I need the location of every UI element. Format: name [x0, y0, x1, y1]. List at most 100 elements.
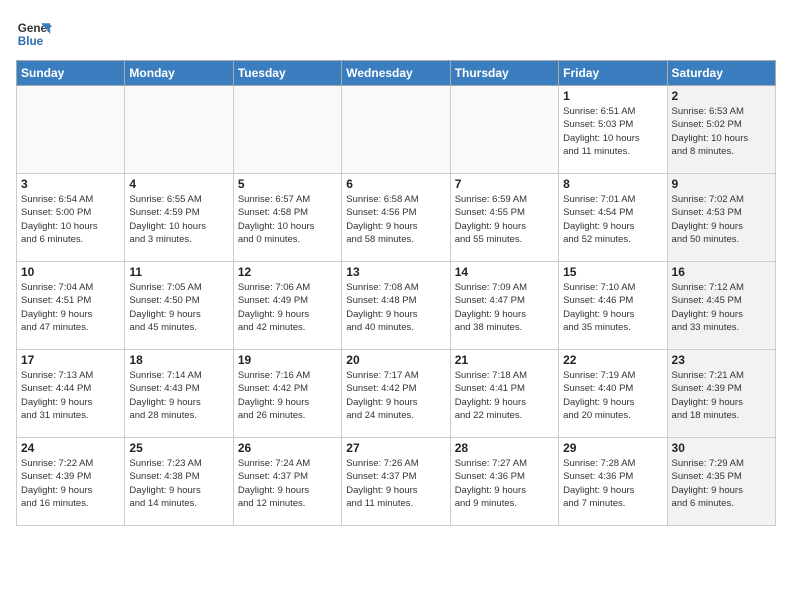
calendar-cell: 9 Sunrise: 7:02 AM Sunset: 4:53 PM Daylig… — [667, 174, 775, 262]
day-number: 10 — [21, 265, 120, 279]
calendar-cell: 28 Sunrise: 7:27 AM Sunset: 4:36 PM Dayli… — [450, 438, 558, 526]
day-number: 27 — [346, 441, 445, 455]
calendar-week-row: 10 Sunrise: 7:04 AM Sunset: 4:51 PM Dayli… — [17, 262, 776, 350]
day-info: Sunrise: 7:06 AM Sunset: 4:49 PM Dayligh… — [238, 281, 337, 334]
day-number: 28 — [455, 441, 554, 455]
day-number: 30 — [672, 441, 771, 455]
calendar-cell — [342, 86, 450, 174]
day-number: 9 — [672, 177, 771, 191]
day-number: 5 — [238, 177, 337, 191]
calendar-week-row: 1 Sunrise: 6:51 AM Sunset: 5:03 PM Daylig… — [17, 86, 776, 174]
calendar-week-row: 24 Sunrise: 7:22 AM Sunset: 4:39 PM Dayli… — [17, 438, 776, 526]
calendar-header-row: SundayMondayTuesdayWednesdayThursdayFrid… — [17, 61, 776, 86]
day-info: Sunrise: 6:58 AM Sunset: 4:56 PM Dayligh… — [346, 193, 445, 246]
day-number: 25 — [129, 441, 228, 455]
day-number: 23 — [672, 353, 771, 367]
calendar-table: SundayMondayTuesdayWednesdayThursdayFrid… — [16, 60, 776, 526]
calendar-cell: 19 Sunrise: 7:16 AM Sunset: 4:42 PM Dayli… — [233, 350, 341, 438]
day-number: 6 — [346, 177, 445, 191]
logo: General Blue — [16, 16, 52, 52]
day-info: Sunrise: 7:21 AM Sunset: 4:39 PM Dayligh… — [672, 369, 771, 422]
calendar-cell: 26Sunrise: 7:24 AM Sunset: 4:37 PM Dayli… — [233, 438, 341, 526]
day-info: Sunrise: 7:14 AM Sunset: 4:43 PM Dayligh… — [129, 369, 228, 422]
day-info: Sunrise: 7:01 AM Sunset: 4:54 PM Dayligh… — [563, 193, 662, 246]
day-number: 16 — [672, 265, 771, 279]
calendar-cell: 29 Sunrise: 7:28 AM Sunset: 4:36 PM Dayli… — [559, 438, 667, 526]
day-info: Sunrise: 7:16 AM Sunset: 4:42 PM Dayligh… — [238, 369, 337, 422]
calendar-cell: 15 Sunrise: 7:10 AM Sunset: 4:46 PM Dayli… — [559, 262, 667, 350]
calendar-week-row: 17 Sunrise: 7:13 AM Sunset: 4:44 PM Dayli… — [17, 350, 776, 438]
day-number: 18 — [129, 353, 228, 367]
day-info: Sunrise: 7:02 AM Sunset: 4:53 PM Dayligh… — [672, 193, 771, 246]
day-info: Sunrise: 7:26 AM Sunset: 4:37 PM Dayligh… — [346, 457, 445, 510]
day-number: 7 — [455, 177, 554, 191]
page-header: General Blue — [16, 16, 776, 52]
day-number: 13 — [346, 265, 445, 279]
calendar-cell: 13Sunrise: 7:08 AM Sunset: 4:48 PM Dayli… — [342, 262, 450, 350]
weekday-header-tuesday: Tuesday — [233, 61, 341, 86]
day-number: 14 — [455, 265, 554, 279]
weekday-header-sunday: Sunday — [17, 61, 125, 86]
day-info: Sunrise: 6:51 AM Sunset: 5:03 PM Dayligh… — [563, 105, 662, 158]
day-number: 20 — [346, 353, 445, 367]
day-number: 11 — [129, 265, 228, 279]
day-info: Sunrise: 7:10 AM Sunset: 4:46 PM Dayligh… — [563, 281, 662, 334]
day-number: 3 — [21, 177, 120, 191]
day-info: Sunrise: 7:18 AM Sunset: 4:41 PM Dayligh… — [455, 369, 554, 422]
day-info: Sunrise: 6:57 AM Sunset: 4:58 PM Dayligh… — [238, 193, 337, 246]
day-number: 2 — [672, 89, 771, 103]
day-number: 24 — [21, 441, 120, 455]
day-info: Sunrise: 7:04 AM Sunset: 4:51 PM Dayligh… — [21, 281, 120, 334]
day-info: Sunrise: 7:23 AM Sunset: 4:38 PM Dayligh… — [129, 457, 228, 510]
day-number: 15 — [563, 265, 662, 279]
day-number: 1 — [563, 89, 662, 103]
calendar-cell: 27 Sunrise: 7:26 AM Sunset: 4:37 PM Dayli… — [342, 438, 450, 526]
calendar-cell: 7 Sunrise: 6:59 AM Sunset: 4:55 PM Daylig… — [450, 174, 558, 262]
day-info: Sunrise: 7:22 AM Sunset: 4:39 PM Dayligh… — [21, 457, 120, 510]
svg-text:Blue: Blue — [18, 35, 44, 48]
calendar-cell — [125, 86, 233, 174]
day-info: Sunrise: 7:13 AM Sunset: 4:44 PM Dayligh… — [21, 369, 120, 422]
calendar-body: 1 Sunrise: 6:51 AM Sunset: 5:03 PM Daylig… — [17, 86, 776, 526]
calendar-cell: 22Sunrise: 7:19 AM Sunset: 4:40 PM Dayli… — [559, 350, 667, 438]
calendar-cell: 16Sunrise: 7:12 AM Sunset: 4:45 PM Dayli… — [667, 262, 775, 350]
day-number: 21 — [455, 353, 554, 367]
day-number: 12 — [238, 265, 337, 279]
calendar-cell: 12 Sunrise: 7:06 AM Sunset: 4:49 PM Dayli… — [233, 262, 341, 350]
day-number: 8 — [563, 177, 662, 191]
calendar-cell: 8 Sunrise: 7:01 AM Sunset: 4:54 PM Daylig… — [559, 174, 667, 262]
calendar-cell: 2Sunrise: 6:53 AM Sunset: 5:02 PM Daylig… — [667, 86, 775, 174]
calendar-cell: 21 Sunrise: 7:18 AM Sunset: 4:41 PM Dayli… — [450, 350, 558, 438]
calendar-cell: 18 Sunrise: 7:14 AM Sunset: 4:43 PM Dayli… — [125, 350, 233, 438]
weekday-header-monday: Monday — [125, 61, 233, 86]
calendar-cell: 4 Sunrise: 6:55 AM Sunset: 4:59 PM Daylig… — [125, 174, 233, 262]
calendar-cell: 23 Sunrise: 7:21 AM Sunset: 4:39 PM Dayli… — [667, 350, 775, 438]
day-info: Sunrise: 6:55 AM Sunset: 4:59 PM Dayligh… — [129, 193, 228, 246]
day-number: 17 — [21, 353, 120, 367]
day-number: 29 — [563, 441, 662, 455]
calendar-cell — [17, 86, 125, 174]
day-info: Sunrise: 7:29 AM Sunset: 4:35 PM Dayligh… — [672, 457, 771, 510]
day-info: Sunrise: 7:28 AM Sunset: 4:36 PM Dayligh… — [563, 457, 662, 510]
day-number: 26 — [238, 441, 337, 455]
calendar-cell: 25 Sunrise: 7:23 AM Sunset: 4:38 PM Dayli… — [125, 438, 233, 526]
calendar-cell: 30 Sunrise: 7:29 AM Sunset: 4:35 PM Dayli… — [667, 438, 775, 526]
day-info: Sunrise: 6:59 AM Sunset: 4:55 PM Dayligh… — [455, 193, 554, 246]
day-info: Sunrise: 7:09 AM Sunset: 4:47 PM Dayligh… — [455, 281, 554, 334]
calendar-cell: 20Sunrise: 7:17 AM Sunset: 4:42 PM Dayli… — [342, 350, 450, 438]
day-info: Sunrise: 7:19 AM Sunset: 4:40 PM Dayligh… — [563, 369, 662, 422]
day-info: Sunrise: 7:27 AM Sunset: 4:36 PM Dayligh… — [455, 457, 554, 510]
day-number: 4 — [129, 177, 228, 191]
calendar-cell: 5 Sunrise: 6:57 AM Sunset: 4:58 PM Daylig… — [233, 174, 341, 262]
calendar-cell: 6 Sunrise: 6:58 AM Sunset: 4:56 PM Daylig… — [342, 174, 450, 262]
calendar-cell — [450, 86, 558, 174]
calendar-cell: 24 Sunrise: 7:22 AM Sunset: 4:39 PM Dayli… — [17, 438, 125, 526]
calendar-cell: 17 Sunrise: 7:13 AM Sunset: 4:44 PM Dayli… — [17, 350, 125, 438]
day-number: 19 — [238, 353, 337, 367]
weekday-header-wednesday: Wednesday — [342, 61, 450, 86]
day-info: Sunrise: 7:05 AM Sunset: 4:50 PM Dayligh… — [129, 281, 228, 334]
calendar-cell — [233, 86, 341, 174]
calendar-cell: 11 Sunrise: 7:05 AM Sunset: 4:50 PM Dayli… — [125, 262, 233, 350]
weekday-header-friday: Friday — [559, 61, 667, 86]
weekday-header-saturday: Saturday — [667, 61, 775, 86]
